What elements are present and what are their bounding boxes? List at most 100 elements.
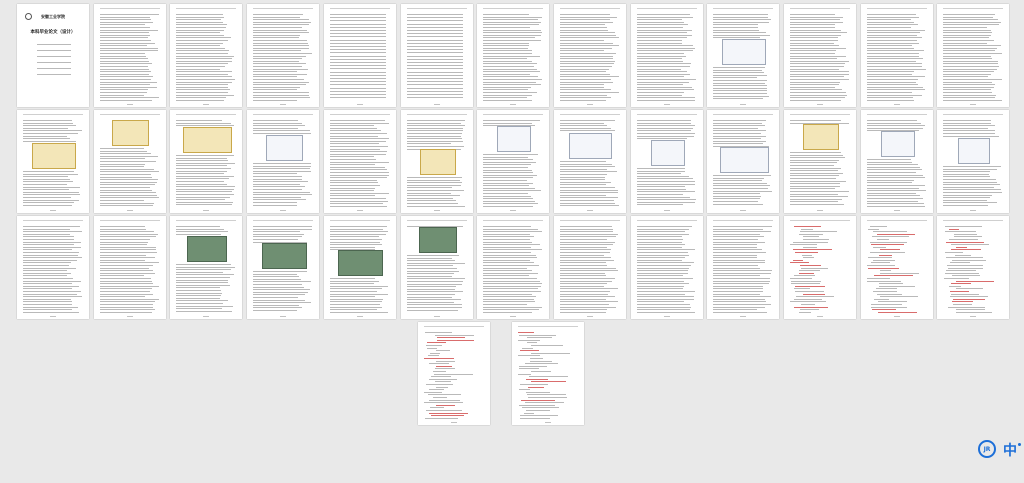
text-line <box>636 275 683 277</box>
page-thumbnail[interactable] <box>477 4 550 107</box>
text-line <box>483 293 533 295</box>
page-thumbnail[interactable] <box>707 110 780 213</box>
text-line <box>636 288 683 290</box>
text-line <box>636 252 688 253</box>
language-toggle-button[interactable]: 中 <box>1003 440 1017 460</box>
page-thumbnail[interactable] <box>247 110 320 213</box>
viewer-badge-icon[interactable]: JR <box>978 440 996 458</box>
text-line <box>406 187 452 189</box>
page-thumbnail[interactable] <box>400 216 473 319</box>
text-line <box>713 98 764 100</box>
page-thumbnail[interactable] <box>630 110 703 213</box>
page-thumbnail[interactable] <box>784 4 856 107</box>
text-line <box>527 394 566 396</box>
text-line <box>790 196 848 198</box>
text-line <box>253 276 300 278</box>
page-thumbnail[interactable] <box>400 110 473 213</box>
text-line <box>794 288 810 290</box>
text-line <box>869 252 905 253</box>
page-thumbnail[interactable] <box>553 110 626 213</box>
page-thumbnail[interactable] <box>170 216 243 319</box>
text-line <box>559 200 614 201</box>
text-line <box>790 14 835 15</box>
cover-field-line <box>37 74 71 75</box>
page-thumbnail[interactable] <box>170 4 243 107</box>
text-line <box>253 97 311 99</box>
page-thumbnail[interactable] <box>93 110 166 213</box>
text-line <box>406 200 456 202</box>
page-thumbnail[interactable] <box>323 110 396 213</box>
text-line <box>176 89 231 91</box>
page-thumbnail[interactable] <box>512 322 584 425</box>
page-thumbnail[interactable] <box>477 216 550 319</box>
text-line <box>483 190 542 192</box>
text-line <box>559 92 619 93</box>
text-line <box>329 185 380 186</box>
text-line <box>559 192 618 194</box>
text-line <box>866 200 918 202</box>
page-thumbnail[interactable] <box>477 110 550 213</box>
page-thumbnail[interactable] <box>93 4 166 107</box>
text-line <box>879 272 919 274</box>
page-thumbnail[interactable] <box>630 4 703 107</box>
text-line <box>483 272 539 274</box>
text-line <box>406 262 465 264</box>
text-line <box>713 80 768 81</box>
page-thumbnail[interactable] <box>937 216 1010 319</box>
text-line <box>329 26 386 28</box>
text-line <box>636 120 691 121</box>
page-thumbnail[interactable] <box>784 216 856 319</box>
text-line <box>879 296 918 298</box>
text-line <box>483 180 528 181</box>
page-thumbnail[interactable] <box>937 110 1010 213</box>
text-line <box>794 226 821 227</box>
page-thumbnail[interactable] <box>707 4 780 107</box>
text-line <box>329 205 387 207</box>
text-line <box>636 298 694 300</box>
text-line <box>329 239 382 240</box>
page-thumbnail[interactable] <box>17 110 89 213</box>
page-thumbnail[interactable] <box>707 216 780 319</box>
text-line <box>943 92 993 93</box>
text-line <box>559 194 606 196</box>
text-line <box>713 195 762 197</box>
text-line <box>329 231 388 233</box>
text-line <box>795 252 818 253</box>
page-thumbnail[interactable] <box>937 4 1010 107</box>
text-line <box>406 275 452 277</box>
text-line <box>406 55 463 57</box>
page-thumbnail[interactable] <box>860 216 933 319</box>
text-line <box>943 47 998 49</box>
page-thumbnail[interactable] <box>247 216 320 319</box>
text-line <box>636 204 683 206</box>
page-thumbnail[interactable] <box>323 216 396 319</box>
page-thumbnail[interactable] <box>93 216 166 319</box>
text-line <box>954 233 978 235</box>
text-line <box>483 37 536 39</box>
page-thumbnail[interactable] <box>630 216 703 319</box>
text-line <box>23 241 81 243</box>
text-line <box>406 52 463 54</box>
text-line <box>872 231 907 233</box>
page-thumbnail[interactable] <box>860 110 933 213</box>
page-thumbnail[interactable] <box>400 4 473 107</box>
page-thumbnail[interactable] <box>247 4 320 107</box>
page-thumbnail[interactable] <box>17 216 89 319</box>
page-thumbnail[interactable]: 安徽工业学院 本科毕业论文（设计） <box>17 4 89 107</box>
text-line <box>559 24 605 26</box>
page-thumbnail[interactable] <box>418 322 490 425</box>
text-line <box>253 32 310 34</box>
page-thumbnail[interactable] <box>170 110 243 213</box>
page-thumbnail[interactable] <box>323 4 396 107</box>
text-line <box>428 394 461 396</box>
text-line <box>483 53 533 54</box>
page-thumbnail[interactable] <box>860 4 933 107</box>
text-line <box>866 166 920 168</box>
page-thumbnail[interactable] <box>553 216 626 319</box>
page-thumbnail[interactable] <box>784 110 856 213</box>
text-line <box>559 304 609 305</box>
text-line <box>713 283 770 285</box>
page-thumbnail[interactable] <box>553 4 626 107</box>
page-header-rule <box>99 114 160 115</box>
text-line <box>713 87 768 89</box>
